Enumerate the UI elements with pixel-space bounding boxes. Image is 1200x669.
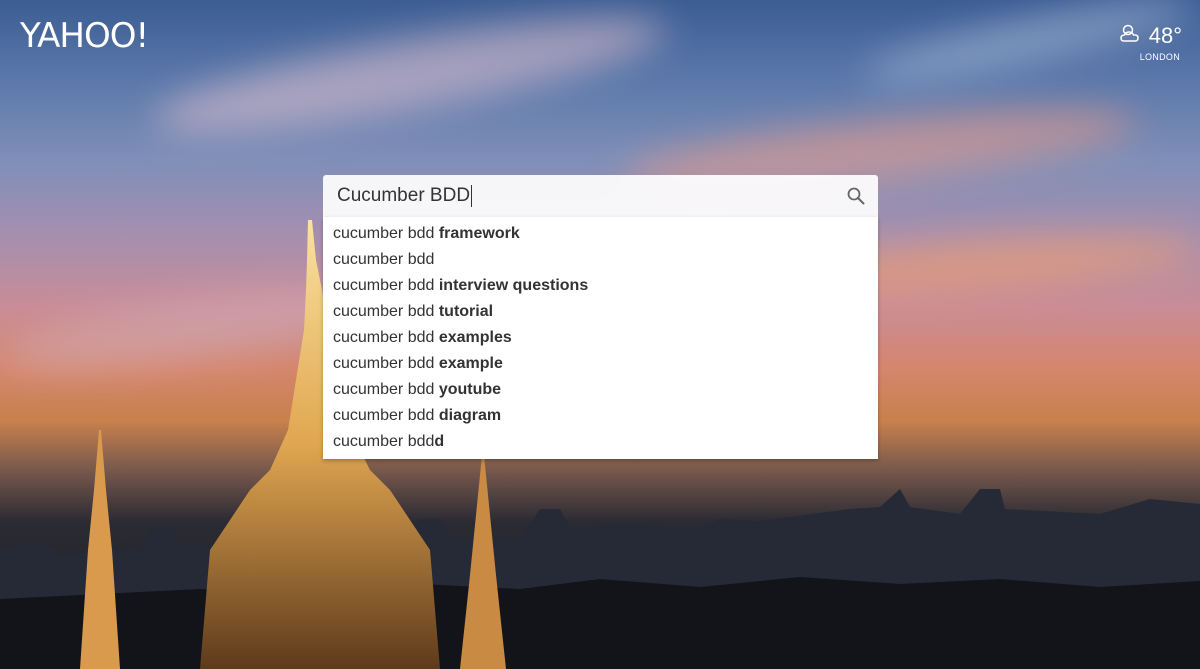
weather-widget[interactable]: 48° LONDON (1119, 22, 1182, 62)
suggestion-completion: framework (438, 225, 520, 242)
suggestion-item[interactable]: cucumber bdd tutorial (323, 299, 878, 325)
suggestion-prefix: cucumber bdd (333, 225, 439, 242)
search-input[interactable]: Cucumber BDD (337, 185, 470, 207)
suggestion-item[interactable]: cucumber bdd example (323, 351, 878, 377)
suggestion-prefix: cucumber bdd (333, 303, 439, 320)
suggestion-completion: tutorial (438, 303, 494, 320)
suggestion-completion: examples (438, 329, 512, 346)
text-caret (471, 185, 473, 207)
suggestion-prefix: cucumber bdd (333, 433, 435, 450)
weather-temperature: 48° (1148, 22, 1182, 48)
temple-small-spire (460, 455, 506, 669)
suggestion-item[interactable]: cucumber bdd examples (323, 325, 878, 351)
suggestion-prefix: cucumber bdd (333, 329, 439, 346)
suggestion-item[interactable]: cucumber bdd interview questions (323, 273, 878, 299)
suggestion-prefix: cucumber bdd (333, 381, 439, 398)
suggestion-completion: d (434, 433, 445, 450)
suggestion-item[interactable]: cucumber bdd framework (323, 221, 878, 247)
suggestion-prefix: cucumber bdd (333, 251, 435, 268)
search-icon (847, 187, 865, 205)
suggestion-item[interactable]: cucumber bdd diagram (323, 403, 878, 429)
city-skyline (0, 489, 1200, 669)
temple-small-spire (80, 430, 120, 669)
suggestion-item[interactable]: cucumber bdd (323, 247, 878, 273)
suggestion-prefix: cucumber bdd (333, 407, 439, 424)
suggestion-completion: diagram (438, 407, 502, 424)
yahoo-logo[interactable]: YAHOO! (20, 16, 149, 56)
search-box[interactable]: Cucumber BDD (323, 175, 878, 217)
footer (0, 663, 1200, 669)
suggestion-item[interactable]: cucumber bdd youtube (323, 377, 878, 403)
suggestion-list: cucumber bdd framework cucumber bdd cucumb… (323, 217, 878, 459)
suggestion-prefix: cucumber bdd (333, 277, 439, 294)
cloud-streak (147, 0, 673, 155)
background-photo: YAHOO! 48° LONDON Cucumber BDD cucumber … (0, 0, 1200, 669)
search-button[interactable] (844, 184, 868, 208)
suggestion-prefix: cucumber bdd (333, 355, 439, 372)
suggestion-completion: example (438, 355, 503, 372)
search-widget: Cucumber BDD cucumber bdd framework cucum… (323, 175, 878, 459)
suggestion-item[interactable]: cucumber bddd (323, 429, 878, 455)
weather-location: LONDON (1139, 52, 1180, 62)
partly-cloudy-icon (1119, 22, 1143, 49)
suggestion-completion: youtube (438, 381, 502, 398)
suggestion-completion: interview questions (438, 277, 589, 294)
